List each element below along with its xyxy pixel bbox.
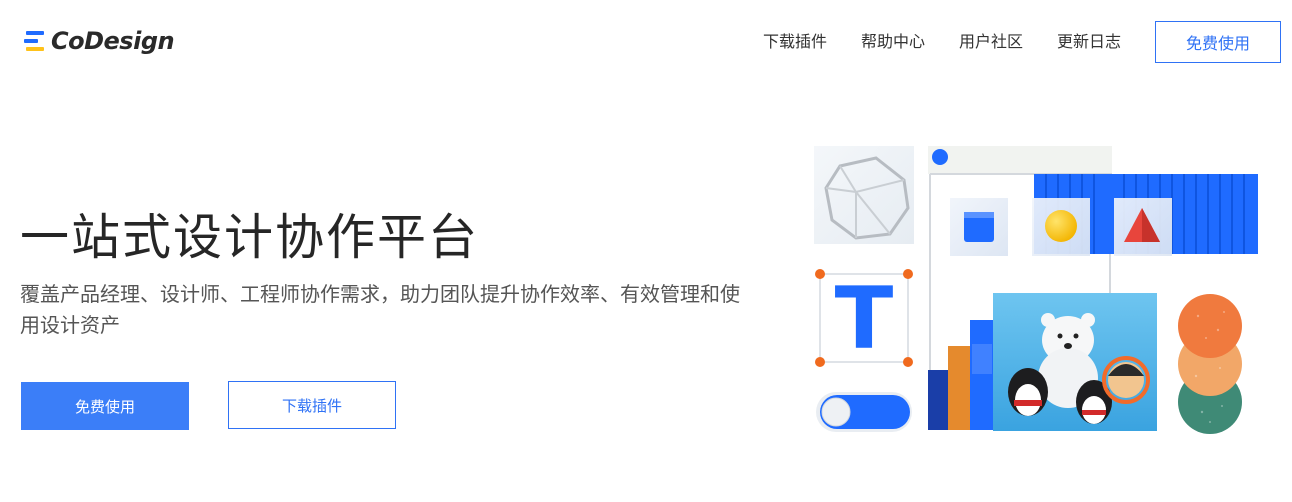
brand-name: CoDesign bbox=[51, 27, 175, 55]
pyramid-icon bbox=[1114, 198, 1172, 256]
hero-download-plugin-button[interactable]: 下载插件 bbox=[228, 381, 396, 429]
hero-title: 一站式设计协作平台 bbox=[20, 209, 480, 266]
mascot-illustration bbox=[993, 293, 1157, 431]
text-tool-letter: T bbox=[835, 269, 894, 369]
brand-logo[interactable]: CoDesign bbox=[24, 26, 175, 56]
color-swatch-icon bbox=[1178, 294, 1242, 434]
toggle-switch-icon bbox=[816, 392, 912, 432]
gem-icon bbox=[814, 146, 914, 244]
sphere-icon bbox=[1032, 198, 1090, 256]
hero-free-use-button[interactable]: 免费使用 bbox=[21, 382, 189, 430]
cube-icon bbox=[950, 198, 1008, 256]
hero-illustration: T bbox=[814, 146, 1258, 434]
hero-subtitle: 覆盖产品经理、设计师、工程师协作需求，助力团队提升协作效率、有效管理和使用设计资… bbox=[20, 282, 740, 337]
text-tool-tile: T bbox=[815, 269, 913, 369]
nav-download-plugin[interactable]: 下载插件 bbox=[763, 21, 827, 63]
top-header: CoDesign 下载插件 帮助中心 用户社区 更新日志 免费使用 bbox=[0, 0, 1292, 84]
poster-strip bbox=[928, 320, 994, 430]
nav-free-use-button[interactable]: 免费使用 bbox=[1155, 21, 1281, 63]
nav-help-center[interactable]: 帮助中心 bbox=[861, 21, 925, 63]
main-nav: 下载插件 帮助中心 用户社区 更新日志 免费使用 bbox=[763, 21, 1281, 63]
logo-icon bbox=[24, 30, 46, 52]
nav-user-community[interactable]: 用户社区 bbox=[959, 21, 1023, 63]
nav-changelog[interactable]: 更新日志 bbox=[1057, 21, 1121, 63]
